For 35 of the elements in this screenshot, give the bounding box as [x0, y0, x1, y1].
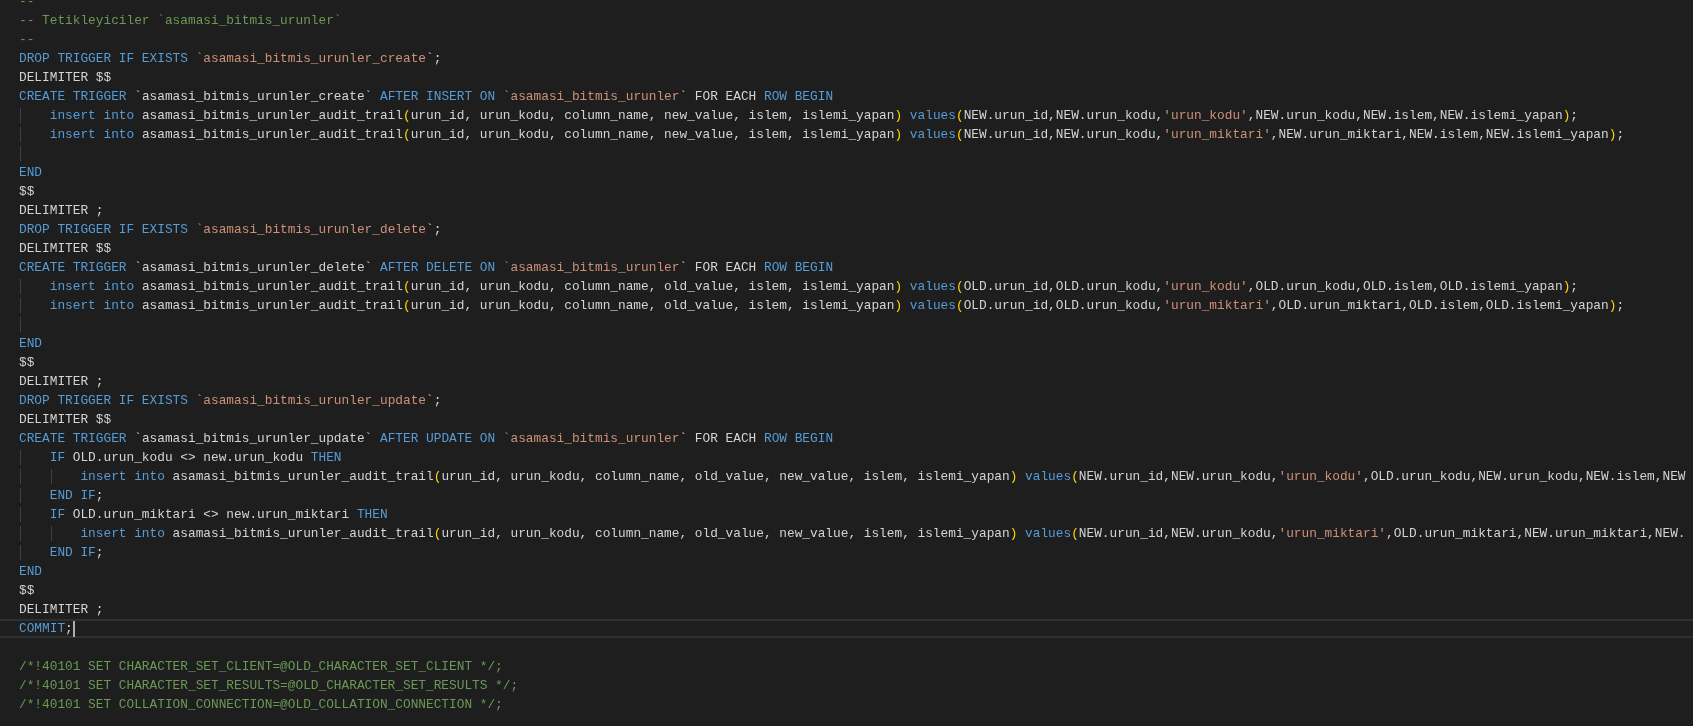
code-line: END	[18, 563, 44, 581]
code-line: insert into asamasi_bitmis_urunler_audit_trail(urun_id, urun_kodu, column_name, old_value, islem, islemi_yapan) values(OLD.urun_id,OLD.urun_kodu,'urun_miktari',OLD.urun_miktari,OLD.islem,OLD.islemi_yapan);	[0, 296, 1693, 315]
code-line: DELIMITER ;	[18, 202, 105, 220]
code-line: DELIMITER $$	[18, 240, 113, 258]
code-line: IF OLD.urun_miktari <> new.urun_miktari THEN	[0, 505, 1693, 524]
code-line: /*!40101 SET CHARACTER_SET_RESULTS=@OLD_CHARACTER_SET_RESULTS */;	[18, 677, 520, 695]
code-line: CREATE TRIGGER `asamasi_bitmis_urunler_create` AFTER INSERT ON `asamasi_bitmis_urunler` FOR EACH ROW BEGIN	[18, 88, 835, 106]
code-line: insert into asamasi_bitmis_urunler_audit_trail(urun_id, urun_kodu, column_name, new_value, islem, islemi_yapan) values(NEW.urun_id,NEW.urun_kodu,'urun_miktari',NEW.urun_miktari,NEW.islem,NEW.islemi_yapan);	[0, 125, 1693, 144]
code-line: --	[18, 0, 36, 11]
code-line: DELIMITER $$	[18, 69, 113, 87]
code-line: /*!40101 SET CHARACTER_SET_CLIENT=@OLD_CHARACTER_SET_CLIENT */;	[18, 658, 504, 676]
code-line: insert into asamasi_bitmis_urunler_audit_trail(urun_id, urun_kodu, column_name, new_value, islem, islemi_yapan) values(NEW.urun_id,NEW.urun_kodu,'urun_kodu',NEW.urun_kodu,NEW.islem,NEW.islemi_yapan);	[0, 106, 1693, 125]
code-line: DROP TRIGGER IF EXISTS `asamasi_bitmis_urunler_delete`;	[18, 221, 443, 239]
code-line: DROP TRIGGER IF EXISTS `asamasi_bitmis_urunler_create`;	[18, 50, 443, 68]
code-line: END IF;	[0, 543, 1693, 562]
code-line: DELIMITER ;	[18, 601, 105, 619]
code-line: insert into asamasi_bitmis_urunler_audit_trail(urun_id, urun_kodu, column_name, old_value, new_value, islem, islemi_yapan) values(NEW.urun_id,NEW.urun_kodu,'urun_kodu',OLD.urun_kodu,NEW.urun_kodu,NEW.islem,NEW	[0, 467, 1693, 486]
code-line: COMMIT;	[0, 619, 1693, 638]
code-line: $$	[18, 354, 36, 372]
code-line: --	[18, 31, 36, 49]
code-line: IF OLD.urun_kodu <> new.urun_kodu THEN	[0, 448, 1693, 467]
code-line: $$	[18, 582, 36, 600]
code-line: DROP TRIGGER IF EXISTS `asamasi_bitmis_urunler_update`;	[18, 392, 443, 410]
code-line: insert into asamasi_bitmis_urunler_audit_trail(urun_id, urun_kodu, column_name, old_value, new_value, islem, islemi_yapan) values(NEW.urun_id,NEW.urun_kodu,'urun_miktari',OLD.urun_miktari,NEW.urun_miktari,NEW.	[0, 524, 1693, 543]
code-line: $$	[18, 183, 36, 201]
code-line: END	[18, 164, 44, 182]
code-line: insert into asamasi_bitmis_urunler_audit_trail(urun_id, urun_kodu, column_name, old_value, islem, islemi_yapan) values(OLD.urun_id,OLD.urun_kodu,'urun_kodu',OLD.urun_kodu,OLD.islem,OLD.islemi_yapan);	[0, 277, 1693, 296]
code-line: DELIMITER ;	[18, 373, 105, 391]
code-line: CREATE TRIGGER `asamasi_bitmis_urunler_update` AFTER UPDATE ON `asamasi_bitmis_urunler` FOR EACH ROW BEGIN	[18, 430, 835, 448]
code-line: END IF;	[0, 486, 1693, 505]
code-line: -- Tetikleyiciler `asamasi_bitmis_urunler`	[18, 12, 343, 30]
code-line: /*!40101 SET COLLATION_CONNECTION=@OLD_COLLATION_CONNECTION */;	[18, 696, 504, 714]
code-line: END	[18, 335, 44, 353]
code-line: DELIMITER $$	[18, 411, 113, 429]
code-line: CREATE TRIGGER `asamasi_bitmis_urunler_delete` AFTER DELETE ON `asamasi_bitmis_urunler` FOR EACH ROW BEGIN	[18, 259, 835, 277]
